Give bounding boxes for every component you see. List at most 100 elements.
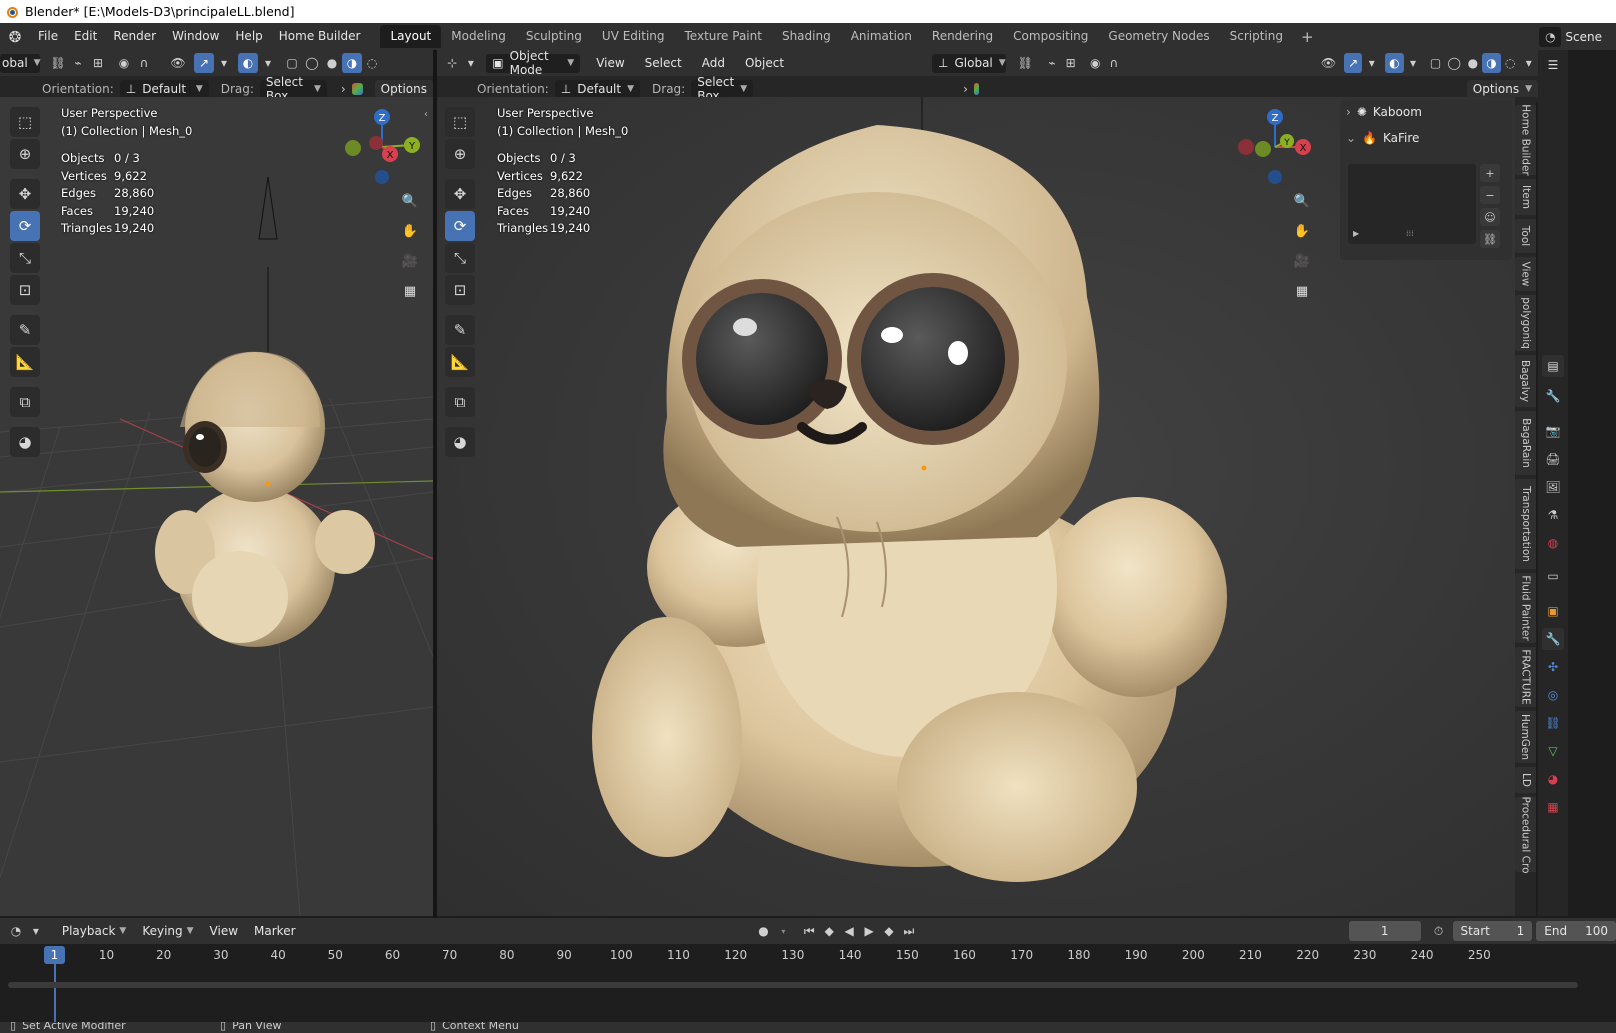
tab-sculpting[interactable]: Sculpting (516, 25, 592, 48)
add-menu[interactable]: Add (696, 53, 731, 73)
tab-texture-paint[interactable]: Texture Paint (675, 25, 772, 48)
tab-scripting[interactable]: Scripting (1220, 25, 1293, 48)
annotate-tool-icon[interactable]: ✎ (10, 315, 40, 345)
add-cube-tool-icon[interactable]: ⧉ (445, 387, 475, 417)
falloff-icon[interactable]: ∩ (1105, 53, 1124, 73)
texture-properties-icon[interactable]: ▦ (1542, 796, 1564, 818)
sidebar-tab-transportation[interactable]: Transportation (1515, 479, 1536, 569)
snap-grid-icon[interactable]: ⊞ (88, 53, 108, 73)
tab-shading[interactable]: Shading (772, 25, 841, 48)
shading-wire-icon[interactable]: ◯ (302, 53, 322, 73)
object-properties-icon[interactable]: ▣ (1542, 600, 1564, 622)
remove-icon[interactable]: − (1480, 186, 1500, 204)
chevron-down-icon[interactable]: ▾ (462, 53, 481, 73)
select-box-tool-icon[interactable]: ⬚ (10, 107, 40, 137)
chevron-down-icon[interactable]: ▾ (26, 921, 46, 941)
record-icon[interactable]: ● (754, 921, 774, 941)
left-3d-viewport[interactable]: ⬚ ⊕ ✥ ⟳ ⤡ ⊡ ✎ 📐 ⧉ ◕ User Perspective (1)… (0, 97, 433, 916)
main-navigation-gizmo[interactable]: Z Y X (1237, 105, 1322, 190)
cursor-tool-icon[interactable]: ⊕ (10, 139, 40, 169)
play-reverse-icon[interactable]: ◀ (839, 921, 859, 941)
menu-help[interactable]: Help (227, 23, 270, 50)
overlay-toggle-icon[interactable]: ◐ (238, 53, 258, 73)
rotate-tool-icon[interactable]: ⟳ (10, 211, 40, 241)
constraints-icon[interactable]: ⛓ (1542, 712, 1564, 734)
timeline-scrollbar[interactable] (8, 982, 1578, 988)
camera-view-icon[interactable]: 🎥 (1290, 249, 1314, 273)
scale-tool-icon[interactable]: ⤡ (10, 243, 40, 273)
xray-icon[interactable]: ▢ (282, 53, 302, 73)
modifier-properties-icon[interactable]: 🔧 (1542, 628, 1564, 650)
perspective-grid-icon[interactable]: ▦ (1290, 279, 1314, 303)
snap-icon[interactable]: ⌁ (68, 53, 88, 73)
menu-edit[interactable]: Edit (66, 23, 105, 50)
playhead-frame[interactable]: 1 (44, 946, 65, 964)
drag-dropdown[interactable]: Select Box ▼ (691, 75, 754, 103)
chevron-down-icon[interactable]: ▾ (773, 921, 793, 941)
tab-geometry-nodes[interactable]: Geometry Nodes (1098, 25, 1219, 48)
timeline-view-menu[interactable]: View (204, 921, 244, 941)
overlay-dropdown-icon[interactable]: ▾ (1404, 53, 1423, 73)
visibility-icon[interactable]: 👁 (1319, 53, 1338, 73)
gizmo-toggle-icon[interactable]: ↗ (194, 53, 214, 73)
collection-properties-icon[interactable]: ▭ (1542, 565, 1564, 587)
measure-tool-icon[interactable]: 📐 (10, 347, 40, 377)
sidebar-tab-home-builder[interactable]: Home Builder (1515, 104, 1536, 176)
keying-menu[interactable]: Keying ▼ (136, 921, 199, 941)
mode-dropdown[interactable]: ▣ Object Mode ▼ (486, 49, 581, 77)
cursor-tool-icon[interactable]: ⊕ (445, 139, 475, 169)
falloff-icon[interactable]: ∩ (134, 53, 154, 73)
extra-tool-icon[interactable]: ◕ (445, 427, 475, 457)
snap-icon[interactable]: ⌁ (1043, 53, 1062, 73)
scene-icon[interactable]: ◔ (1539, 26, 1562, 47)
orientation-dropdown[interactable]: ⊥ Default ▼ (554, 79, 641, 99)
scene-properties-icon[interactable]: ⚗ (1542, 504, 1564, 526)
next-keyframe-icon[interactable]: ◆ (879, 921, 899, 941)
sidebar-tab-bagarain[interactable]: BagaRain (1515, 411, 1536, 475)
sidebar-tab-view[interactable]: View (1515, 257, 1536, 291)
menu-window[interactable]: Window (164, 23, 227, 50)
tab-rendering[interactable]: Rendering (922, 25, 1003, 48)
chevron-right-icon[interactable]: › (341, 82, 346, 96)
end-frame-field[interactable]: End 100 (1536, 921, 1616, 941)
chevron-right-icon[interactable]: › (963, 82, 968, 96)
jump-end-icon[interactable]: ⏭ (899, 921, 919, 941)
shading-dropdown-icon[interactable]: ▾ (1519, 53, 1538, 73)
tab-modeling[interactable]: Modeling (441, 25, 516, 48)
chevron-left-icon[interactable]: ‹ (424, 109, 428, 120)
add-cube-tool-icon[interactable]: ⧉ (10, 387, 40, 417)
sidebar-tab-procedural-cro[interactable]: Procedural Cro (1515, 796, 1536, 873)
gizmo-dropdown-icon[interactable]: ▾ (1362, 53, 1381, 73)
pan-hand-icon[interactable]: ✋ (1290, 219, 1314, 243)
addon-cube-icon[interactable] (351, 83, 363, 95)
data-properties-icon[interactable]: ▽ (1542, 740, 1564, 762)
transform-tool-icon[interactable]: ⊡ (445, 275, 475, 305)
panel-kaboom[interactable]: › ✺ Kaboom (1340, 100, 1512, 124)
playhead-line[interactable] (54, 964, 56, 1022)
view-layer-icon[interactable]: 🖼 (1542, 476, 1564, 498)
users-icon[interactable]: ☺ (1480, 208, 1500, 226)
tool-settings-icon[interactable]: 🔧 (1542, 385, 1564, 407)
left-options-button[interactable]: Options (374, 79, 433, 99)
shading-render-icon[interactable]: ◌ (1501, 53, 1520, 73)
stopwatch-icon[interactable]: ⏱ (1429, 921, 1449, 941)
gizmo-dropdown-icon[interactable]: ▾ (214, 53, 234, 73)
shading-material-icon[interactable]: ◑ (1482, 53, 1501, 73)
shading-material-icon[interactable]: ◑ (342, 53, 362, 73)
transform-orientation-dropdown[interactable]: ⊥ Global ▼ (932, 53, 1007, 73)
zoom-icon[interactable]: 🔍 (398, 189, 422, 213)
drag-dropdown[interactable]: Select Box ▼ (259, 75, 327, 103)
sidebar-tab-polygoniq[interactable]: polygoniq (1515, 295, 1536, 351)
object-menu[interactable]: Object (739, 53, 790, 73)
sidebar-tab-ld[interactable]: LD (1515, 767, 1536, 793)
proportional-edit-icon[interactable]: ◉ (114, 53, 134, 73)
render-properties-icon[interactable]: 📷 (1542, 420, 1564, 442)
tab-uv-editing[interactable]: UV Editing (592, 25, 675, 48)
particles-icon[interactable]: ✣ (1542, 656, 1564, 678)
left-transform-orientation[interactable]: obal ▼ (0, 53, 41, 73)
visibility-icon[interactable]: 👁 (168, 53, 188, 73)
sidebar-tab-tool[interactable]: Tool (1515, 219, 1536, 253)
perspective-grid-icon[interactable]: ▦ (398, 279, 422, 303)
timeline-editor-icon[interactable]: ◔ (6, 921, 26, 941)
blender-menu-icon[interactable]: ❂ (0, 28, 30, 46)
